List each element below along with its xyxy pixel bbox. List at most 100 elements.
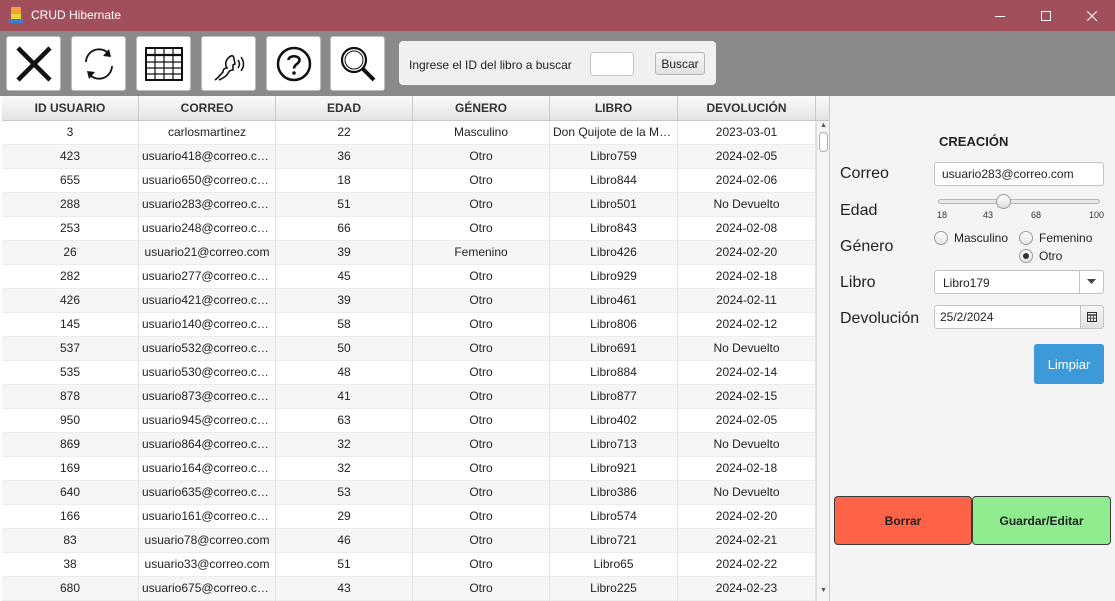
table-cell: 53 <box>276 481 413 505</box>
column-header[interactable]: EDAD <box>276 96 413 121</box>
table-cell: 39 <box>276 289 413 313</box>
table-cell: Otro <box>413 505 550 529</box>
table-vertical-scrollbar[interactable]: ▲ ▼ <box>816 121 829 601</box>
table-cell: Libro402 <box>550 409 678 433</box>
speech-button[interactable] <box>201 36 256 91</box>
exit-button[interactable] <box>6 36 61 91</box>
table-row[interactable]: 169 usuario164@correo.com 32 Otro Libro921 20… <box>2 457 816 481</box>
refresh-button[interactable] <box>71 36 126 91</box>
table-row[interactable]: 655 usuario650@correo.com 18 Otro Libro844 20… <box>2 169 816 193</box>
book-id-search-input[interactable] <box>590 52 634 76</box>
table-cell: 58 <box>276 313 413 337</box>
table-grid-icon <box>144 46 183 81</box>
edad-slider-thumb[interactable] <box>996 194 1012 209</box>
table-cell: usuario650@correo.com <box>139 169 276 193</box>
table-cell: 66 <box>276 217 413 241</box>
table-cell: Otro <box>413 337 550 361</box>
table-row[interactable]: 950 usuario945@correo.com 63 Otro Libro402 20… <box>2 409 816 433</box>
libro-select[interactable]: Libro179 <box>934 270 1104 294</box>
radio-masculino[interactable]: Masculino <box>934 231 1008 245</box>
guardar-editar-button[interactable]: Guardar/Editar <box>972 496 1111 545</box>
genero-label: Género <box>840 238 894 255</box>
column-header[interactable]: GÉNERO <box>413 96 550 121</box>
scroll-thumb[interactable] <box>819 132 828 152</box>
scroll-down-arrow-icon[interactable]: ▼ <box>817 587 829 597</box>
table-cell: 51 <box>276 193 413 217</box>
table-row[interactable]: 680 usuario675@correo.com 43 Otro Libro225 20… <box>2 577 816 601</box>
table-row[interactable]: 288 usuario283@correo.com 51 Otro Libro501 No… <box>2 193 816 217</box>
table-cell: Otro <box>413 361 550 385</box>
minimize-icon <box>995 15 1005 17</box>
table-row[interactable]: 38 usuario33@correo.com 51 Otro Libro65 2024-… <box>2 553 816 577</box>
table-cell: Libro877 <box>550 385 678 409</box>
table-cell: usuario864@correo.com <box>139 433 276 457</box>
table-cell: 2024-02-12 <box>678 313 816 337</box>
devolucion-label: Devolución <box>840 310 920 327</box>
close-window-button[interactable] <box>1069 0 1115 31</box>
table-cell: Libro574 <box>550 505 678 529</box>
table-cell: 423 <box>2 145 139 169</box>
table-cell: Otro <box>413 577 550 601</box>
table-cell: Libro844 <box>550 169 678 193</box>
radio-circle-icon <box>1019 249 1033 263</box>
table-cell: 22 <box>276 121 413 145</box>
table-cell: 2024-02-11 <box>678 289 816 313</box>
table-cell: 29 <box>276 505 413 529</box>
table-row[interactable]: 535 usuario530@correo.com 48 Otro Libro884 20… <box>2 361 816 385</box>
table-cell: 32 <box>276 433 413 457</box>
column-header[interactable]: LIBRO <box>550 96 678 121</box>
libro-label: Libro <box>840 274 876 291</box>
table-cell: usuario164@correo.com <box>139 457 276 481</box>
radio-femenino[interactable]: Femenino <box>1019 231 1092 245</box>
search-button[interactable]: Buscar <box>655 52 705 75</box>
table-row[interactable]: 145 usuario140@correo.com 58 Otro Libro806 20… <box>2 313 816 337</box>
table-cell: 51 <box>276 553 413 577</box>
table-cell: Libro461 <box>550 289 678 313</box>
devolucion-date-field[interactable] <box>934 305 1081 329</box>
table-row[interactable]: 83 usuario78@correo.com 46 Otro Libro721 2024… <box>2 529 816 553</box>
java-app-icon <box>9 7 23 23</box>
edad-label: Edad <box>840 202 878 219</box>
table-row[interactable]: 166 usuario161@correo.com 29 Otro Libro574 20… <box>2 505 816 529</box>
radio-circle-icon <box>934 231 948 245</box>
borrar-button[interactable]: Borrar <box>834 496 972 545</box>
table-cell: Libro929 <box>550 265 678 289</box>
chevron-down-icon[interactable] <box>1079 271 1103 293</box>
table-view-button[interactable] <box>136 36 191 91</box>
table-cell: 640 <box>2 481 139 505</box>
table-cell: usuario635@correo.com <box>139 481 276 505</box>
column-header[interactable]: ID USUARIO <box>2 96 139 121</box>
table-row[interactable]: 869 usuario864@correo.com 32 Otro Libro713 No… <box>2 433 816 457</box>
table-row[interactable]: 423 usuario418@correo.com 36 Otro Libro759 20… <box>2 145 816 169</box>
table-cell: 2024-02-20 <box>678 241 816 265</box>
table-cell: 18 <box>276 169 413 193</box>
edad-tick: 18 <box>937 210 948 220</box>
radio-otro[interactable]: Otro <box>1019 249 1062 263</box>
table-cell: No Devuelto <box>678 481 816 505</box>
table-cell: 45 <box>276 265 413 289</box>
minimize-button[interactable] <box>977 0 1023 31</box>
search-toggle-button[interactable] <box>330 36 385 91</box>
scroll-up-arrow-icon[interactable]: ▲ <box>817 122 829 132</box>
table-row[interactable]: 26 usuario21@correo.com 39 Femenino Libro426… <box>2 241 816 265</box>
table-row[interactable]: 640 usuario635@correo.com 53 Otro Libro386 No… <box>2 481 816 505</box>
table-cell: 2024-02-08 <box>678 217 816 241</box>
close-icon <box>1087 10 1097 21</box>
calendar-button[interactable] <box>1080 305 1104 329</box>
edad-slider-track[interactable] <box>938 199 1100 204</box>
table-row[interactable]: 253 usuario248@correo.com 66 Otro Libro843 20… <box>2 217 816 241</box>
column-header[interactable]: CORREO <box>139 96 276 121</box>
column-header[interactable]: DEVOLUCIÓN <box>678 96 816 121</box>
table-row[interactable]: 537 usuario532@correo.com 50 Otro Libro691 No… <box>2 337 816 361</box>
limpiar-button[interactable]: Limpiar <box>1034 344 1104 384</box>
table-cell: usuario283@correo.com <box>139 193 276 217</box>
table-cell: usuario532@correo.com <box>139 337 276 361</box>
table-row[interactable]: 282 usuario277@correo.com 45 Otro Libro929 20… <box>2 265 816 289</box>
help-button[interactable] <box>266 36 321 91</box>
table-row[interactable]: 878 usuario873@correo.com 41 Otro Libro877 20… <box>2 385 816 409</box>
table-cell: No Devuelto <box>678 433 816 457</box>
maximize-button[interactable] <box>1023 0 1069 31</box>
correo-field[interactable] <box>934 162 1104 186</box>
table-row[interactable]: 3 carlosmartinez 22 Masculino Don Quijote de… <box>2 121 816 145</box>
table-row[interactable]: 426 usuario421@correo.com 39 Otro Libro461 20… <box>2 289 816 313</box>
